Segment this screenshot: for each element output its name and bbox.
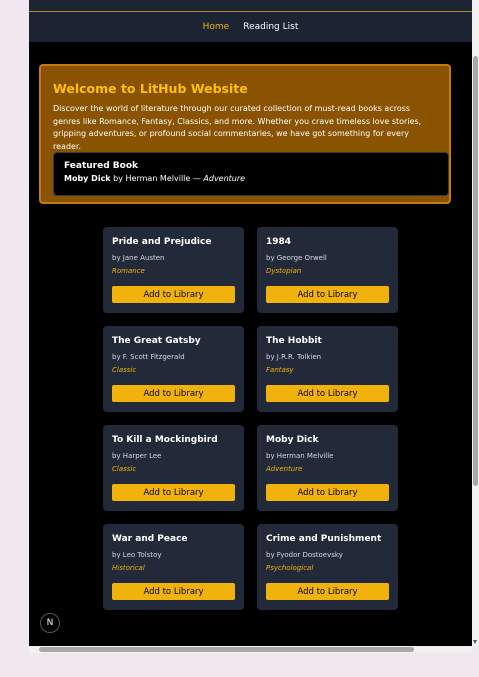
book-author: by Harper Lee (112, 452, 162, 460)
book-card: Moby Dick by Herman Melville Adventure A… (257, 425, 398, 511)
add-to-library-button[interactable]: Add to Library (112, 385, 235, 402)
book-card: War and Peace by Leo Tolstoy Historical … (103, 524, 244, 610)
add-to-library-button[interactable]: Add to Library (266, 286, 389, 303)
book-genre: Fantasy (266, 366, 294, 374)
featured-line: Moby Dick by Herman Melville — Adventure (64, 174, 438, 183)
featured-genre: Adventure (203, 174, 246, 183)
book-grid: Pride and Prejudice by Jane Austen Roman… (103, 227, 399, 610)
book-genre: Classic (112, 465, 137, 473)
book-author: by Herman Melville (266, 452, 334, 460)
book-genre: Classic (112, 366, 137, 374)
book-author: by Leo Tolstoy (112, 551, 162, 559)
book-author: by Jane Austen (112, 254, 165, 262)
browser-viewport: Home Reading List Welcome to LitHub Webs… (29, 0, 472, 646)
book-author: by Fyodor Dostoevsky (266, 551, 343, 559)
book-genre: Dystopian (266, 267, 302, 275)
book-title: To Kill a Mockingbird (112, 435, 218, 445)
book-card: The Great Gatsby by F. Scott Fitzgerald … (103, 326, 244, 412)
book-author: by George Orwell (266, 254, 327, 262)
add-to-library-button[interactable]: Add to Library (112, 583, 235, 600)
scroll-down-arrow-icon[interactable] (473, 640, 477, 644)
book-title: 1984 (266, 237, 292, 247)
book-genre: Psychological (266, 564, 314, 572)
book-card: The Hobbit by J.R.R. Tolkien Fantasy Add… (257, 326, 398, 412)
welcome-text: Discover the world of literature through… (53, 104, 422, 151)
book-card: 1984 by George Orwell Dystopian Add to L… (257, 227, 398, 313)
book-title: Pride and Prejudice (112, 237, 212, 247)
vertical-scrollbar[interactable] (472, 0, 479, 646)
top-nav: Home Reading List (29, 12, 472, 42)
add-to-library-button[interactable]: Add to Library (266, 385, 389, 402)
nav-home-link[interactable]: Home (203, 22, 230, 32)
framework-badge-icon[interactable]: N (40, 613, 60, 633)
book-title: Moby Dick (266, 435, 319, 445)
welcome-banner: Welcome to LitHub Website Discover the w… (39, 64, 451, 204)
book-title: War and Peace (112, 534, 188, 544)
featured-author: by Herman Melville — (110, 174, 204, 183)
book-genre: Adventure (266, 465, 303, 473)
add-to-library-button[interactable]: Add to Library (266, 583, 389, 600)
book-title: The Great Gatsby (112, 336, 201, 346)
book-title: The Hobbit (266, 336, 322, 346)
vertical-scroll-thumb[interactable] (473, 56, 478, 486)
featured-title: Moby Dick (64, 174, 111, 183)
nav-reading-list-link[interactable]: Reading List (243, 22, 298, 32)
book-author: by J.R.R. Tolkien (266, 353, 322, 361)
book-author: by F. Scott Fitzgerald (112, 353, 185, 361)
book-card: Pride and Prejudice by Jane Austen Roman… (103, 227, 244, 313)
book-title: Crime and Punishment (266, 534, 382, 544)
featured-book-box: Featured Book Moby Dick by Herman Melvil… (53, 152, 449, 196)
add-to-library-button[interactable]: Add to Library (266, 484, 389, 501)
horizontal-scrollbar[interactable] (29, 646, 472, 653)
welcome-title: Welcome to LitHub Website (53, 81, 248, 96)
book-genre: Romance (112, 267, 145, 275)
book-card: Crime and Punishment by Fyodor Dostoevsk… (257, 524, 398, 610)
book-genre: Historical (112, 564, 145, 572)
add-to-library-button[interactable]: Add to Library (112, 286, 235, 303)
featured-label: Featured Book (64, 161, 138, 171)
horizontal-scroll-thumb[interactable] (39, 647, 414, 652)
add-to-library-button[interactable]: Add to Library (112, 484, 235, 501)
book-card: To Kill a Mockingbird by Harper Lee Clas… (103, 425, 244, 511)
